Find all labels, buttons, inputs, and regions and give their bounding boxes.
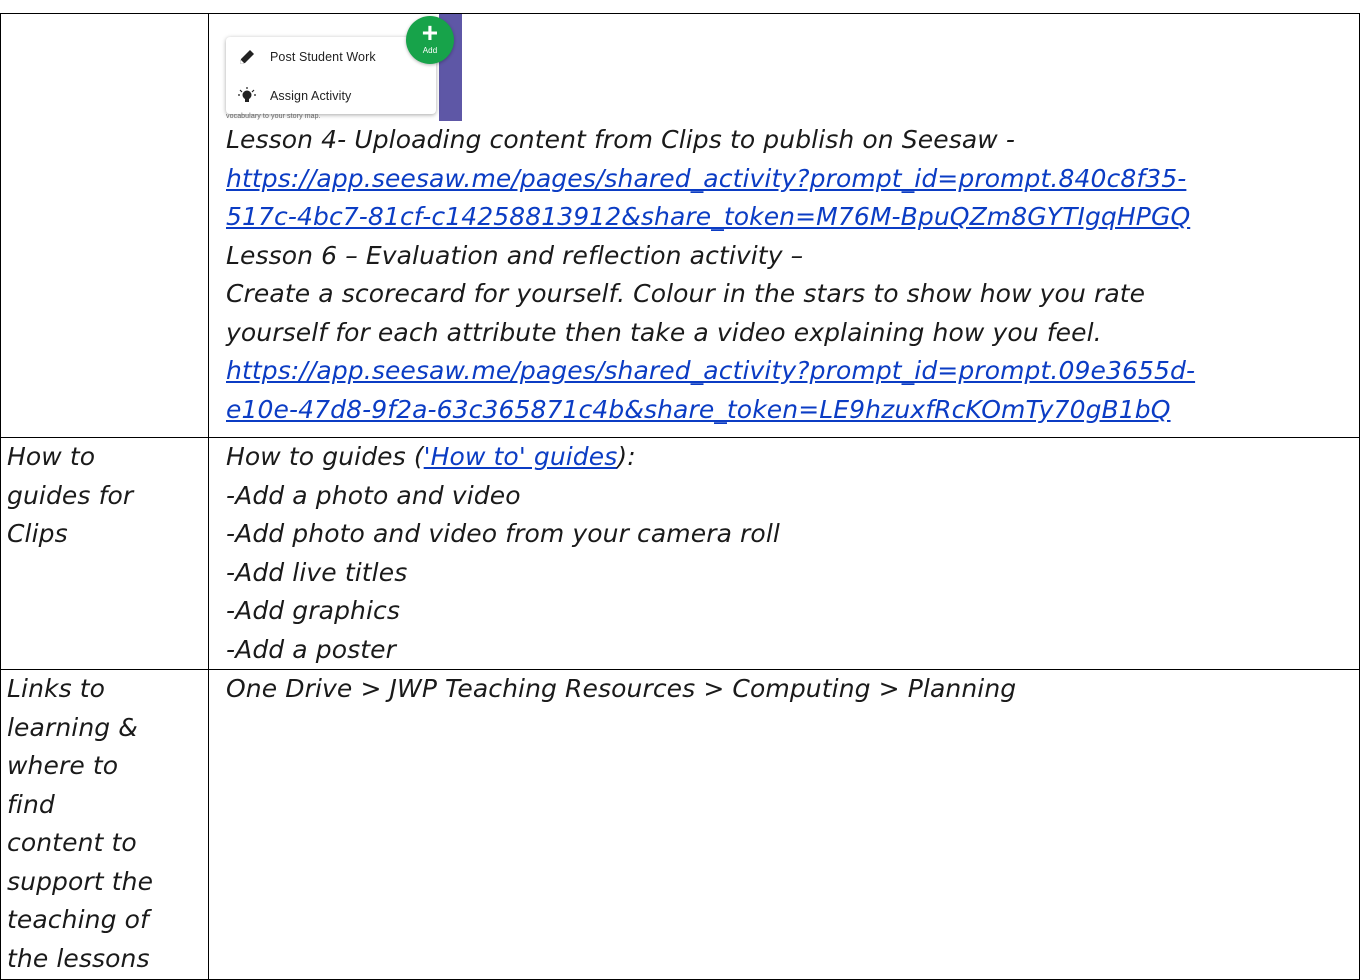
guides-intro-suffix: ):: [617, 442, 636, 471]
lightbulb-icon: [238, 87, 256, 105]
lesson6-link-line1: https://app.seesaw.me/pages/shared_activ…: [226, 356, 1196, 385]
menu-item-label: Post Student Work: [270, 50, 376, 64]
lesson4-link-line2: 517c-4bc7-81cf-c14258813912&share_token=…: [226, 202, 1191, 231]
seesaw-add-menu-screenshot: Post Student Work Assign Activity vocabu…: [226, 14, 462, 121]
row-heading-line: guides for: [7, 480, 134, 510]
row-heading-line: where to: [7, 751, 119, 780]
lesson4-link-line1: https://app.seesaw.me/pages/shared_activ…: [226, 163, 1187, 193]
pencil-icon: [238, 48, 256, 66]
lesson6-link-line2: e10e-47d8-9f2a-63c365871c4b&share_token=…: [226, 394, 1171, 424]
add-menu-card: Post Student Work Assign Activity: [226, 37, 436, 114]
guide-item: -Add graphics: [226, 596, 401, 625]
lesson6-desc-line1: Create a scorecard for yourself. Colour …: [226, 279, 1146, 308]
add-button-label: Add: [422, 46, 438, 55]
row-heading-line: support the: [7, 866, 154, 896]
guide-item: -Add photo and video from your camera ro…: [226, 519, 780, 548]
story-map-caption: vocabulary to your story map.: [226, 113, 321, 120]
guide-item: -Add live titles: [226, 557, 408, 587]
row3-left-cell: Links to learning & where to find conten…: [0, 669, 209, 980]
add-button[interactable]: + Add: [406, 16, 454, 64]
row2-left-cell: How to guides for Clips: [0, 437, 209, 670]
row-heading-line: find: [7, 789, 55, 819]
guides-intro-prefix: How to guides (: [226, 442, 424, 471]
table-row: Links to learning & where to find conten…: [0, 669, 1360, 980]
menu-item-post-student-work[interactable]: Post Student Work: [238, 45, 376, 69]
row-heading-line: the lessons: [7, 943, 150, 973]
guides-intro: How to guides ('How to' guides):: [226, 438, 1359, 477]
lesson6-desc-line2: yourself for each attribute then take a …: [226, 317, 1102, 347]
lesson4-title: Lesson 4- Uploading content from Clips t…: [226, 125, 1015, 154]
menu-item-assign-activity[interactable]: Assign Activity: [238, 84, 351, 108]
plus-icon: +: [421, 17, 439, 48]
row-heading-line: How to: [7, 442, 96, 471]
row-heading-line: teaching of: [7, 905, 149, 934]
lesson6-title: Lesson 6 – Evaluation and reflection act…: [226, 240, 804, 270]
row-heading-line: learning &: [7, 712, 138, 742]
guide-item: -Add a poster: [226, 634, 397, 664]
row-heading-line: Clips: [7, 519, 68, 548]
menu-item-label: Assign Activity: [270, 89, 352, 103]
lesson6-link[interactable]: https://app.seesaw.me/pages/shared_activ…: [226, 352, 1359, 429]
row-heading-line: content to: [7, 828, 137, 857]
lesson4-link[interactable]: https://app.seesaw.me/pages/shared_activ…: [226, 160, 1359, 237]
row2-right-cell: How to guides ('How to' guides): -Add a …: [208, 437, 1360, 670]
row1-left-cell: [0, 13, 209, 438]
resource-path: One Drive > JWP Teaching Resources > Com…: [226, 674, 1017, 703]
row-heading-line: Links to: [7, 674, 106, 703]
content-table: Post Student Work Assign Activity vocabu…: [0, 13, 1360, 980]
row3-right-cell: One Drive > JWP Teaching Resources > Com…: [208, 669, 1360, 980]
row1-right-cell: Post Student Work Assign Activity vocabu…: [208, 13, 1360, 438]
table-row: How to guides for Clips How to guides ('…: [0, 437, 1360, 670]
how-to-guides-link[interactable]: 'How to' guides: [424, 442, 618, 471]
table-row: Post Student Work Assign Activity vocabu…: [0, 13, 1360, 438]
guide-item: -Add a photo and video: [226, 480, 521, 510]
